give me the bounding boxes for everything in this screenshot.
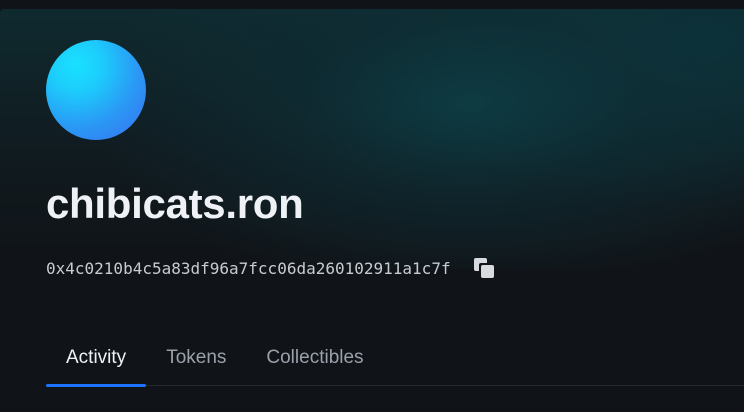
profile-name: chibicats.ron — [46, 180, 304, 227]
profile-page: chibicats.ron 0x4c0210b4c5a83df96a7fcc06… — [0, 0, 744, 412]
copy-icon — [473, 258, 494, 278]
tab-collectibles-label: Collectibles — [266, 346, 364, 368]
tab-activity[interactable]: Activity — [46, 332, 147, 387]
copy-address-button[interactable] — [473, 257, 495, 279]
tab-activity-label: Activity — [66, 346, 127, 368]
profile-tabs: Activity Tokens Collectibles — [46, 332, 744, 387]
address-row: 0x4c0210b4c5a83df96a7fcc06da260102911a1c… — [46, 256, 495, 280]
tab-tokens-label: Tokens — [166, 346, 227, 368]
avatar — [46, 40, 146, 140]
tab-collectibles[interactable]: Collectibles — [246, 332, 383, 385]
wallet-address: 0x4c0210b4c5a83df96a7fcc06da260102911a1c… — [46, 258, 451, 278]
tab-tokens[interactable]: Tokens — [146, 332, 246, 385]
